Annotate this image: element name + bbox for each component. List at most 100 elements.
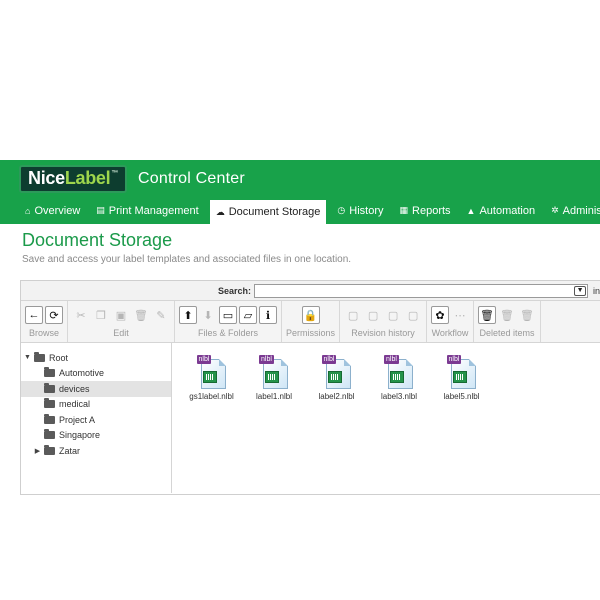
collapse-arrow-icon[interactable]: ▼ xyxy=(23,354,32,361)
nav-item-administration[interactable]: ✲Administration xyxy=(546,197,600,224)
tree-node-automotive[interactable]: Automotive xyxy=(21,366,171,382)
copy-icon: ❐ xyxy=(96,309,106,322)
nlbl-file-icon: nlbl xyxy=(384,355,414,389)
refresh-button[interactable]: ⟳ xyxy=(45,306,63,324)
automation-icon: ▲ xyxy=(466,205,476,216)
tree-node-medical[interactable]: medical xyxy=(21,397,171,413)
toolbar-button-row: ⬆ ⬇ ▭ ▱ ℹ xyxy=(179,306,277,324)
nlbl-file-icon: nlbl xyxy=(321,355,352,389)
refresh-icon: ⟳ xyxy=(49,309,59,322)
folder-icon xyxy=(44,444,55,455)
file-name: label2.nlbl xyxy=(318,392,355,401)
tree-node-project-a[interactable]: Project A xyxy=(21,412,171,428)
tree-node-zatar[interactable]: ▶ Zatar xyxy=(21,443,171,459)
nav-item-automation[interactable]: ▲ Automation xyxy=(462,197,541,224)
document-storage-panel: Search: ▼ in ← ⟳ Browse ✂ ❐ ▣ 🗑 ✎ Edit ⬆ ⬇ ▭ ▱ ℹ Files… xyxy=(20,280,600,495)
folder-icon xyxy=(44,413,55,424)
workflow-button[interactable]: ✿ xyxy=(431,306,450,324)
folder-icon xyxy=(44,429,55,440)
file-item[interactable]: nlbl label1.nlbl xyxy=(244,355,305,493)
page-title: Document Storage xyxy=(22,230,173,250)
file-type-badge: nlbl xyxy=(196,355,212,364)
expand-arrow-icon[interactable]: ▶ xyxy=(33,447,42,455)
nlbl-file-icon: nlbl xyxy=(196,355,227,389)
toolbar-group-deleted-items: 🗑 🗑 🗑 Deleted items xyxy=(474,301,542,342)
file-item[interactable]: nlbl label3.nlbl xyxy=(369,355,430,493)
lock-icon: 🔒 xyxy=(303,309,318,322)
nav-item-history[interactable]: ◷ History xyxy=(332,197,388,224)
toolbar-group-label: Revision history xyxy=(351,328,415,338)
back-arrow-button[interactable]: ← xyxy=(25,306,43,324)
toolbar-group-label: Permissions xyxy=(286,328,336,338)
toolbar-group-label: Edit xyxy=(113,328,129,338)
toolbar-button-row: ✿ ⋯ xyxy=(431,306,469,324)
nlbl-file-icon: nlbl xyxy=(259,355,289,389)
logo-text-label: Label xyxy=(64,168,111,188)
toolbar-group-files-folders: ⬆ ⬇ ▭ ▱ ℹ Files & Folders xyxy=(175,301,282,342)
nav-item-document-storage[interactable]: ☁ Document Storage xyxy=(209,200,327,224)
file-item[interactable]: nlbl label5.nlbl xyxy=(431,355,492,493)
tree-node-label: Project A xyxy=(59,414,96,425)
folder-icon xyxy=(44,367,55,378)
nav-item-reports[interactable]: ▦ Reports xyxy=(395,197,456,224)
paste-button: ▣ xyxy=(112,306,130,324)
page-header: Document Storage Save and access your la… xyxy=(0,224,600,267)
nav-item-label: History xyxy=(349,204,384,217)
toolbar-button-row: ▢ ▢ ▢ ▢ xyxy=(344,306,422,324)
main-nav: ⌂ Overview ▤ Print Management ☁ Document Stor… xyxy=(0,197,600,224)
storage-content: ▼ Root Automotive devices medical Project A Si… xyxy=(21,343,600,493)
checkin-icon: ▢ xyxy=(367,309,379,322)
tree-node-label: Automotive xyxy=(59,368,105,379)
checkout-button: ▢ xyxy=(344,306,362,324)
checkin-button: ▢ xyxy=(364,306,382,324)
reports-icon: ▦ xyxy=(399,205,409,215)
folder-icon xyxy=(34,351,45,362)
storage-icon: ☁ xyxy=(215,206,225,217)
tree-node-devices[interactable]: devices xyxy=(21,381,171,397)
lock-button[interactable]: 🔒 xyxy=(301,306,320,324)
info-button[interactable]: ℹ xyxy=(259,306,277,324)
nav-item-overview[interactable]: ⌂ Overview xyxy=(20,197,85,224)
toolbar-group-revision-history: ▢ ▢ ▢ ▢ Revision history xyxy=(340,301,428,342)
tree-node-root[interactable]: ▼ Root xyxy=(21,350,171,366)
file-type-badge: nlbl xyxy=(259,355,274,364)
upload-button[interactable]: ⬆ xyxy=(179,306,197,324)
open-folder-button[interactable]: ▱ xyxy=(239,306,257,324)
recycle-bin-button[interactable]: 🗑 xyxy=(478,306,497,324)
control-center-window: Nice Label ™ Control Center ⌂ Overview ▤ Prin… xyxy=(0,160,600,495)
tree-node-singapore[interactable]: Singapore xyxy=(21,428,171,444)
new-folder-icon: ▭ xyxy=(222,309,234,322)
search-dropdown-button[interactable]: ▼ xyxy=(574,285,587,296)
purge-icon: 🗑 xyxy=(520,309,534,322)
file-item[interactable]: nlbl gs1label.nlbl xyxy=(181,355,242,493)
folder-icon xyxy=(44,382,55,393)
nav-item-label: Print Management xyxy=(108,204,199,217)
search-bar: Search: ▼ in xyxy=(21,281,600,301)
file-item[interactable]: nlbl label2.nlbl xyxy=(306,355,367,493)
barcode-icon xyxy=(452,371,467,383)
delete-button: 🗑 xyxy=(132,306,150,324)
tree-node-label: devices xyxy=(59,383,90,394)
file-name: label3.nlbl xyxy=(380,392,418,401)
copy-button: ❐ xyxy=(92,306,110,324)
barcode-icon xyxy=(327,371,342,383)
nav-item-print-management[interactable]: ▤ Print Management xyxy=(91,197,203,224)
nav-item-label: Automation xyxy=(479,204,536,217)
home-icon: ⌂ xyxy=(25,205,31,216)
open-folder-icon: ▱ xyxy=(243,309,253,322)
restore-button: 🗑 xyxy=(498,306,516,324)
tree-node-label: medical xyxy=(59,399,91,410)
search-input[interactable]: ▼ xyxy=(254,283,589,298)
barcode-icon xyxy=(265,371,279,383)
barcode-icon xyxy=(202,371,217,383)
workflow-steps-icon: ⋯ xyxy=(454,309,466,322)
folder-icon xyxy=(44,398,55,409)
toolbar-button-row: 🗑 🗑 🗑 xyxy=(478,306,536,324)
toolbar-group-permissions: 🔒 Permissions xyxy=(282,301,341,342)
app-title: Control Center xyxy=(138,169,245,187)
new-folder-button[interactable]: ▭ xyxy=(219,306,237,324)
nav-item-label: Document Storage xyxy=(228,206,321,218)
cut-icon: ✂ xyxy=(76,309,86,322)
toolbar-group-browse: ← ⟳ Browse xyxy=(21,301,68,342)
nicelabel-logo[interactable]: Nice Label ™ xyxy=(19,164,128,193)
